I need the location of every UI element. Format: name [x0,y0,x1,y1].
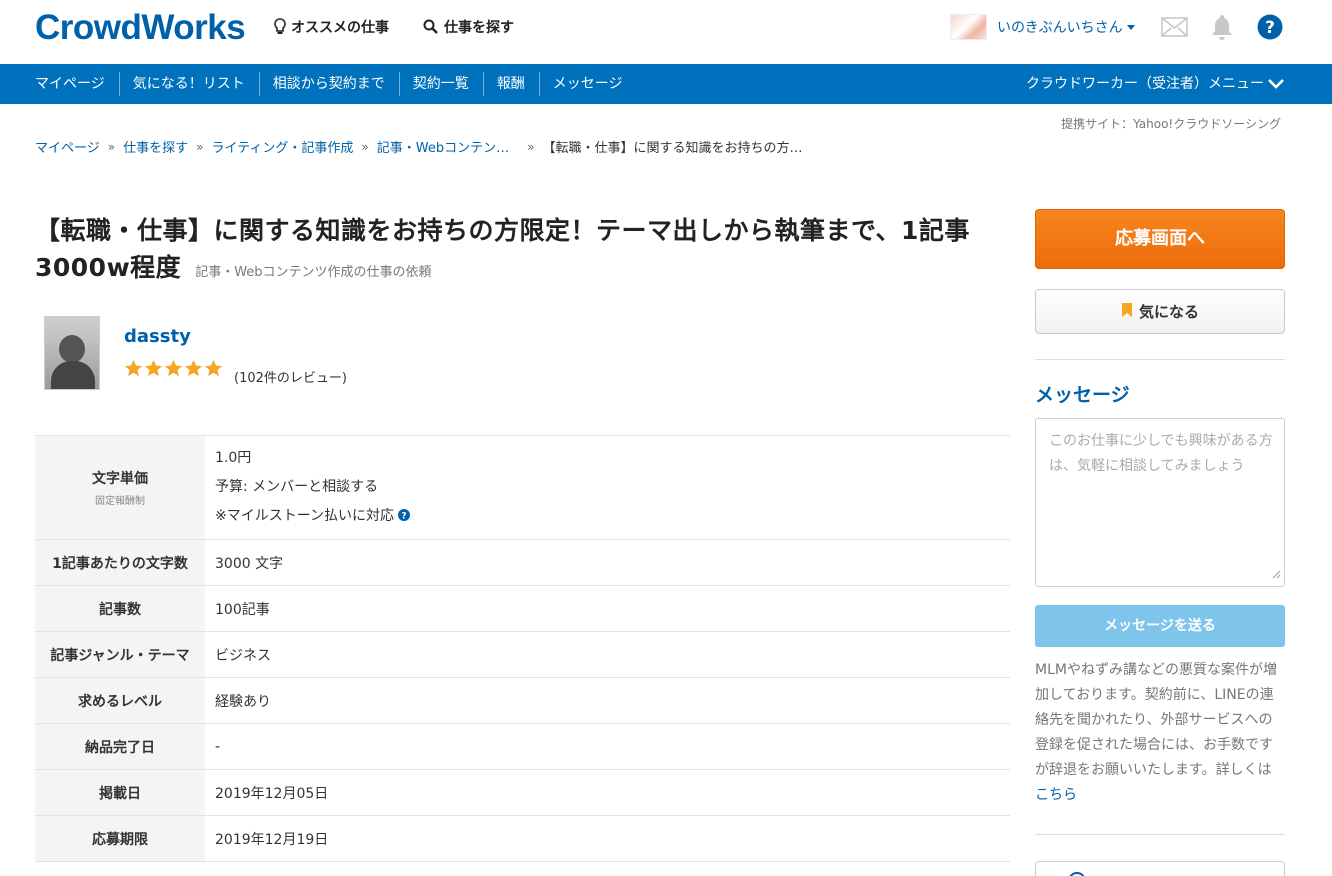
reviews-link[interactable]: (102件のレビュー) [234,367,347,386]
row-label: 1記事あたりの文字数 [35,539,205,586]
circle-icon [1068,872,1086,876]
question-icon[interactable]: ? [398,503,411,532]
milestone-text: ※マイルストーン払いに対応 [215,507,395,524]
star-icon [124,359,143,377]
chevron-down-icon[interactable] [1267,76,1285,96]
client-name[interactable]: dassty [124,326,191,347]
milestone-note: ※マイルストーン払いに対応? [215,502,1010,532]
resize-grip-icon[interactable] [1271,564,1281,583]
row-value: 100記事 [205,585,1010,632]
nav-messages[interactable]: メッセージ [538,64,637,104]
breadcrumb: マイページ » 仕事を探す » ライティング・記事作成 » 記事・Webコンテン… [35,137,803,157]
table-row: 記事数 100記事 [35,585,1010,632]
budget-value: 予算: メンバーと相談する [215,478,379,495]
table-row: 文字単価 固定報酬制 1.0円 予算: メンバーと相談する ※マイルストーン払い… [35,435,1010,540]
svg-text:?: ? [1265,18,1275,38]
apply-button[interactable]: 応募画面へ [1035,209,1285,269]
breadcrumb-writing[interactable]: ライティング・記事作成 [211,137,353,156]
nav-mypage[interactable]: マイページ [21,64,119,104]
table-row: 掲載日 2019年12月05日 [35,769,1010,816]
message-heading: メッセージ [1035,384,1130,406]
table-row: 1記事あたりの文字数 3000 文字 [35,539,1010,586]
row-label: 記事ジャンル・テーマ [35,631,205,678]
bell-icon[interactable] [1209,13,1235,45]
row-label: 掲載日 [35,769,205,816]
nav-favorites[interactable]: 気になる！リスト [118,64,259,104]
partner-site: 提携サイト：Yahoo!クラウドソーシング [1061,117,1281,131]
avatar-head [59,335,85,363]
table-row: 記事ジャンル・テーマ ビジネス [35,631,1010,678]
search-icon [422,18,440,36]
price-type: 固定報酬制 [95,496,145,507]
nav-consult[interactable]: 相談から契約まで [258,64,399,104]
breadcrumb-web-content[interactable]: 記事・Webコンテン… [377,137,509,156]
nav-contracts[interactable]: 契約一覧 [398,64,483,104]
breadcrumb-separator: » [196,139,204,154]
lightbulb-icon [273,18,287,36]
nav-rewards[interactable]: 報酬 [482,64,539,104]
rating-stars [124,359,223,378]
row-value: - [205,723,1010,770]
search-jobs-link[interactable]: 仕事を探す [422,17,514,37]
breadcrumb-search[interactable]: 仕事を探す [123,137,188,156]
table-row: 納品完了日 - [35,723,1010,770]
row-value: 1.0円 予算: メンバーと相談する ※マイルストーン払いに対応? [205,435,1010,540]
price-value: 1.0円 [215,449,252,466]
row-label: 求めるレベル [35,677,205,724]
user-avatar [950,14,987,40]
breadcrumb-current: 【転職・仕事】に関する知識をお持ちの方… [542,141,803,156]
message-textarea[interactable]: このお仕事に少しでも興味がある方は、気軽に相談してみましょう [1035,418,1285,587]
breadcrumb-separator: » [527,139,535,154]
user-menu[interactable]: いのきぶんいちさん [950,14,1135,40]
user-name: いのきぶんいちさん [997,20,1123,36]
star-icon [204,359,223,377]
row-label: 記事数 [35,585,205,632]
favorite-label: 気になる [1138,303,1199,321]
job-title-text: 【転職・仕事】に関する知識をお持ちの方限定！テーマ出しから執筆まで、1記事300… [35,216,970,282]
star-icon [184,359,203,377]
warning-link[interactable]: こちら [1035,787,1077,803]
job-title: 【転職・仕事】に関する知識をお持ちの方限定！テーマ出しから執筆まで、1記事300… [35,212,970,291]
site-header: CrowdWorks オススメの仕事 仕事を探す いのきぶんいちさん ? [0,0,1332,64]
favorite-button[interactable]: 気になる [1035,289,1285,334]
row-value: 2019年12月05日 [205,769,1010,816]
row-label: 納品完了日 [35,723,205,770]
star-icon [164,359,183,377]
row-value: 2019年12月19日 [205,815,1010,862]
row-label: 応募期限 [35,815,205,862]
worker-menu[interactable]: クラウドワーカー（受注者）メニュー [1026,64,1264,104]
breadcrumb-separator: » [107,139,116,154]
job-category[interactable]: 記事・Webコンテンツ作成の仕事の依頼 [195,265,431,280]
breadcrumb-separator: » [361,139,369,154]
row-value: 3000 文字 [205,539,1010,586]
message-placeholder: このお仕事に少しでも興味がある方は、気軽に相談してみましょう [1049,433,1273,474]
chevron-down-icon [1126,24,1135,30]
crowdworks-logo[interactable]: CrowdWorks [35,8,246,48]
bookmark-icon [1121,302,1133,321]
main-navbar: マイページ 気になる！リスト 相談から契約まで 契約一覧 報酬 メッセージ クラ… [0,64,1332,104]
recommend-link[interactable]: オススメの仕事 [273,17,389,37]
recommend-label: オススメの仕事 [291,20,389,36]
job-detail-table: 文字単価 固定報酬制 1.0円 予算: メンバーと相談する ※マイルストーン払い… [35,435,1010,862]
search-jobs-label: 仕事を探す [444,20,514,36]
client-avatar[interactable] [44,316,100,390]
avatar-body [51,361,95,389]
row-label: 文字単価 固定報酬制 [35,435,205,540]
send-message-button[interactable]: メッセージを送る [1035,605,1285,647]
row-value: 経験あり [205,677,1010,724]
breadcrumb-mypage[interactable]: マイページ [35,137,100,156]
svg-text:?: ? [401,511,406,521]
divider [1035,359,1285,360]
table-row: 応募期限 2019年12月19日 [35,815,1010,862]
row-value: ビジネス [205,631,1010,678]
divider [1035,834,1285,835]
help-icon[interactable]: ? [1257,14,1283,44]
table-row: 求めるレベル 経験あり [35,677,1010,724]
price-label: 文字単価 [92,471,148,487]
star-icon [144,359,163,377]
scam-warning: MLMやねずみ講などの悪質な案件が増加しております。契約前に、LINEの連絡先を… [1035,658,1285,808]
mail-icon[interactable] [1161,17,1188,41]
sidebar-box[interactable] [1035,861,1285,876]
warning-text: MLMやねずみ講などの悪質な案件が増加しております。契約前に、LINEの連絡先を… [1035,662,1277,778]
